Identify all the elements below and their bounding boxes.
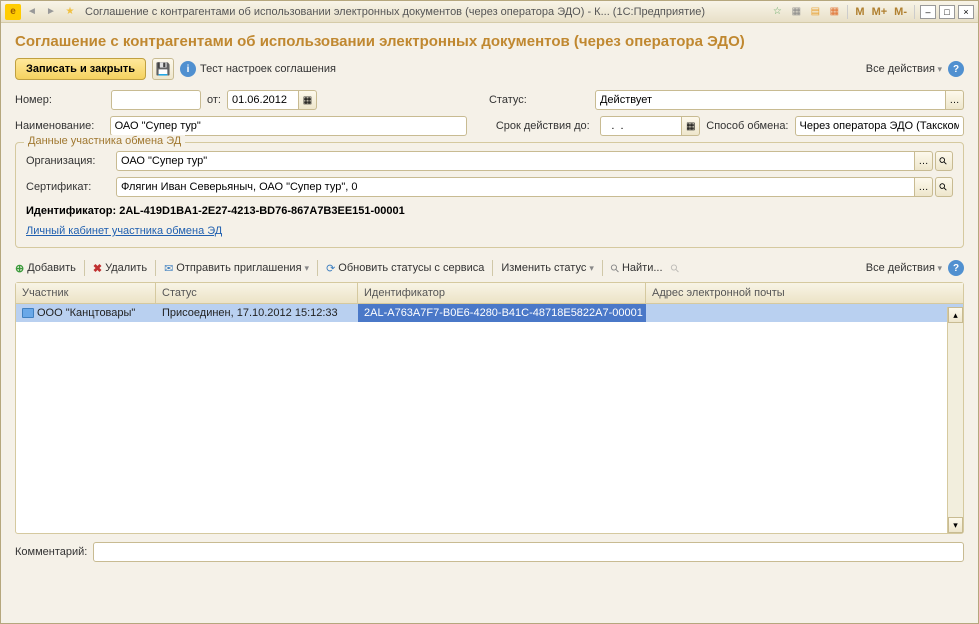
test-settings-button[interactable]: i Тест настроек соглашения xyxy=(180,61,336,77)
close-button[interactable]: × xyxy=(958,5,974,19)
calc-icon[interactable]: ▤ xyxy=(807,4,823,20)
info-icon: i xyxy=(180,61,196,77)
help-button[interactable]: ? xyxy=(948,61,964,77)
scroll-down-button[interactable]: ▾ xyxy=(948,517,963,533)
page-title: Соглашение с контрагентами об использова… xyxy=(15,33,964,50)
identifier-row: Идентификатор: 2AL-419D1BA1-2E27-4213-BD… xyxy=(26,205,953,217)
participant-legend: Данные участника обмена ЭД xyxy=(24,135,185,147)
status-label: Статус: xyxy=(489,94,589,106)
col-participant[interactable]: Участник xyxy=(16,283,156,303)
save-close-button[interactable]: Записать и закрыть xyxy=(15,58,146,80)
valid-until-picker-button[interactable]: ▦ xyxy=(682,116,700,136)
clear-find-button[interactable]: ⚲ xyxy=(671,262,679,275)
identifier-value: 2AL-419D1BA1-2E27-4213-BD76-867A7B3EE151… xyxy=(119,205,405,217)
valid-until-input[interactable] xyxy=(600,116,682,136)
test-settings-label: Тест настроек соглашения xyxy=(200,63,336,75)
cert-picker-button[interactable]: … xyxy=(915,177,933,197)
from-label: от: xyxy=(207,94,221,106)
back-icon[interactable]: ◄ xyxy=(24,4,40,20)
number-label: Номер: xyxy=(15,94,105,106)
change-status-button[interactable]: Изменить статус xyxy=(501,262,594,274)
minimize-button[interactable]: – xyxy=(920,5,936,19)
participant-fieldset: Данные участника обмена ЭД Организация: … xyxy=(15,142,964,248)
form-row-1: Номер: от: ▦ Статус: … xyxy=(15,90,964,110)
window-titlebar: e ◄ ► ★ Соглашение с контрагентами об ис… xyxy=(1,1,978,23)
send-invites-button[interactable]: ✉Отправить приглашения xyxy=(164,262,309,275)
m-button[interactable]: M xyxy=(853,6,866,18)
date-picker-button[interactable]: ▦ xyxy=(299,90,317,110)
refresh-status-button[interactable]: ⟳Обновить статусы с сервиса xyxy=(326,262,484,275)
table-row[interactable]: ООО "Канцтовары" Присоединен, 17.10.2012… xyxy=(16,304,963,322)
table-header: Участник Статус Идентификатор Адрес элек… xyxy=(16,283,963,304)
name-input[interactable] xyxy=(110,116,468,136)
main-toolbar: Записать и закрыть 💾 i Тест настроек сог… xyxy=(15,58,964,80)
cabinet-link[interactable]: Личный кабинет участника обмена ЭД xyxy=(26,225,222,237)
delete-button[interactable]: ✖Удалить xyxy=(93,262,147,275)
footer-row: Комментарий: xyxy=(15,542,964,562)
app-logo-icon: e xyxy=(5,4,21,20)
favorite-icon[interactable]: ★ xyxy=(62,4,78,20)
table-all-actions-dropdown[interactable]: Все действия xyxy=(866,262,942,274)
find-button[interactable]: ⚲Найти... xyxy=(611,262,663,275)
all-actions-dropdown[interactable]: Все действия xyxy=(866,63,942,75)
window-title: Соглашение с контрагентами об использова… xyxy=(81,6,766,18)
fav-add-icon[interactable]: ☆ xyxy=(769,4,785,20)
org-search-button[interactable]: ⚲ xyxy=(935,151,953,171)
save-icon-button[interactable]: 💾 xyxy=(152,58,174,80)
number-input[interactable] xyxy=(111,90,201,110)
status-input[interactable] xyxy=(595,90,946,110)
date-input[interactable] xyxy=(227,90,299,110)
cert-search-button[interactable]: ⚲ xyxy=(935,177,953,197)
table: Участник Статус Идентификатор Адрес элек… xyxy=(15,282,964,534)
m-plus-button[interactable]: M+ xyxy=(870,6,890,18)
name-label: Наименование: xyxy=(15,120,104,132)
status-picker-button[interactable]: … xyxy=(946,90,964,110)
m-minus-button[interactable]: M- xyxy=(892,6,909,18)
separator xyxy=(914,5,915,19)
table-toolbar: ⊕Добавить ✖Удалить ✉Отправить приглашени… xyxy=(15,258,964,278)
exchange-method-input xyxy=(795,116,964,136)
identifier-label: Идентификатор: xyxy=(26,205,116,217)
table-help-button[interactable]: ? xyxy=(948,260,964,276)
form-row-2: Наименование: Срок действия до: ▦ Способ… xyxy=(15,116,964,136)
org-picker-button[interactable]: … xyxy=(915,151,933,171)
exchange-method-label: Способ обмена: xyxy=(706,120,788,132)
calendar-icon[interactable]: ▦ xyxy=(826,4,842,20)
cert-input[interactable] xyxy=(116,177,915,197)
comment-label: Комментарий: xyxy=(15,546,87,558)
comment-input[interactable] xyxy=(93,542,964,562)
col-status[interactable]: Статус xyxy=(156,283,358,303)
add-button[interactable]: ⊕Добавить xyxy=(15,262,76,275)
col-email[interactable]: Адрес электронной почты xyxy=(646,283,963,303)
forward-icon[interactable]: ► xyxy=(43,4,59,20)
org-label: Организация: xyxy=(26,155,110,167)
col-identifier[interactable]: Идентификатор xyxy=(358,283,646,303)
maximize-button[interactable]: □ xyxy=(939,5,955,19)
history-icon[interactable]: ▦ xyxy=(788,4,804,20)
valid-until-label: Срок действия до: xyxy=(496,120,594,132)
cert-label: Сертификат: xyxy=(26,181,110,193)
row-icon xyxy=(22,308,34,318)
vertical-scrollbar[interactable]: ▴ ▾ xyxy=(947,307,963,533)
org-input[interactable] xyxy=(116,151,915,171)
scroll-up-button[interactable]: ▴ xyxy=(948,307,963,323)
separator xyxy=(847,5,848,19)
